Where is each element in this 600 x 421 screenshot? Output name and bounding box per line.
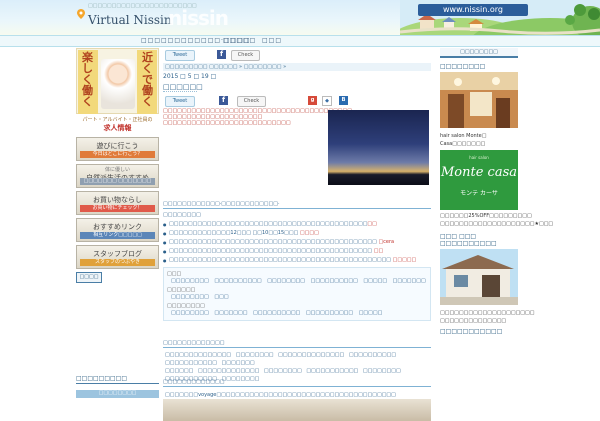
check-button[interactable]: Check	[237, 96, 266, 107]
shop-description-line: hair salon Monte□	[440, 133, 487, 139]
shop-promo-line: □□□□□□□□□□□□□□□□□□□□★□□□	[440, 221, 554, 227]
shop-photo-interior[interactable]	[440, 72, 518, 128]
bookmark-icon[interactable]: B	[339, 96, 348, 105]
google-icon[interactable]: g	[308, 96, 317, 105]
promo-photo	[101, 59, 135, 109]
delicious-icon[interactable]: ◆	[322, 96, 332, 106]
sidebar-button-title: 遊びに行こう	[96, 142, 139, 150]
category-section: □□□□□□□□□□□□□ □□□□□□□□□□□□□□ □□□□□□□□ □□…	[163, 340, 431, 383]
nav-item-2[interactable]: □□□□□	[223, 37, 256, 44]
shop-description: hair salon Monte□ Casa□□□□□□□	[440, 132, 518, 148]
shop-promo: □□□□□□25%OFF□□□□□□□□□ □□□□□□□□□□□□□□□□□□…	[440, 212, 554, 228]
shop-title[interactable]: □□□□□□□□□□□	[440, 328, 518, 335]
related-item[interactable]: □□□□□□□□□□□□□□□□□□□□□□□□□□□□□□□□□□□□□□□□…	[163, 220, 431, 229]
sidebar-tag[interactable]: □□□□	[76, 272, 102, 283]
logo-watermark: nissin	[168, 6, 229, 30]
site-url-banner[interactable]: www.nissin.org	[418, 4, 528, 16]
share-bar-post: Tweet f Check g ◆ B	[163, 94, 431, 108]
related-item[interactable]: □□□□□□□□□□□□□□□□□□□□□□□□□□□□□□□□□□□□□□□□…	[163, 247, 431, 256]
shop-promo-line: □□□□□□25%OFF□□□□□□□□□	[440, 213, 532, 219]
shop-photo-building[interactable]	[440, 249, 518, 305]
related-item[interactable]: □□□□□□□□□□□□□□□□□□□□□□□□□□□□□□□□□□□□□□□□…	[163, 256, 431, 265]
sidebar-button-sub: お買い物にチェック！	[80, 205, 155, 212]
related-section: □□□□□□□□□□□□·□□□□□□□□□□□□· □□□□□□□□ □□□□…	[163, 201, 431, 321]
shop-title[interactable]: □□□□□□□□	[440, 63, 518, 70]
job-promo-banner[interactable]: 楽しく働く 近くで働く	[76, 48, 159, 114]
promo-caption: パート・アルバイト・正社員の	[82, 117, 153, 123]
main-nav: □□□□□□□□□□□□·□□□□ □□□□□ □□□	[0, 35, 600, 47]
tweet-button[interactable]: Tweet	[165, 96, 195, 107]
related-item[interactable]: □□□□□□□□□□□□□12□□□ □□10□□15□□□ □□□□	[163, 229, 431, 238]
facebook-icon[interactable]: f	[219, 96, 228, 105]
post-body: □□□□□□□□□□□□□□□□□□□□□□□□□□□□□□□□□□□□□□□□…	[163, 108, 352, 126]
right-sidebar-tag: □□□□□□□□	[440, 48, 518, 58]
tag-list[interactable]: □□□□□□□□ □□□	[171, 293, 427, 301]
post-title[interactable]: □□□□□□	[163, 83, 203, 92]
shop-title[interactable]: □□□ □□□ □□□□□□□□□□	[440, 233, 518, 247]
site-logo[interactable]: Virtual Nissin	[88, 13, 172, 27]
check-button[interactable]: Check	[231, 50, 260, 61]
sidebar-button-top: 体に優しい	[104, 167, 130, 173]
shop-description-line: □□□□□□□□□□□□□□	[440, 318, 507, 324]
sidebar-button-sub: スタッフのつぶやき	[80, 259, 155, 266]
tag-box: □□□ □□□□□□□□ □□□□□□□□□□ □□□□□□□□ □□□□□□□…	[163, 267, 431, 321]
logo-main-text: Monte casa	[440, 165, 517, 180]
post-date: 2015 □ 5 □ 19 □	[163, 73, 217, 80]
sidebar-button-natural-life[interactable]: 体に優しい 自然派生活のすすめ □□□□□□□ □□□□□□□	[76, 164, 159, 188]
tag-list[interactable]: □□□□□□□□ □□□□□□□ □□□□□□□□□□ □□□□□□□□□□ □…	[171, 309, 427, 317]
sidebar-button-sub: 相互リンク□□□□□	[80, 232, 155, 239]
tag-list[interactable]: □□□□□□□□ □□□□□□□□□□ □□□□□□□□ □□□□□□□□□□ …	[171, 277, 427, 285]
logo-subtitle-text: hair salon	[469, 155, 489, 160]
related-item[interactable]: □□□□□□□□□□□□□□□□□□□□□□□□□□□□□□□□□□□□□□□□…	[163, 238, 431, 247]
recent-heading: □□□□□□□□□□□□□	[163, 379, 431, 387]
post-body-line: □□□□□□□□□□□□□□□□□□□□□□□□□□□	[163, 120, 291, 126]
tweet-button[interactable]: Tweet	[165, 50, 195, 61]
left-sidebar: 楽しく働く 近くで働く パート・アルバイト・正社員の 求人情報 遊びに行こう 今…	[76, 48, 159, 283]
shop-description-line: □□□□□□□□□□□□□□□□□□□□	[440, 310, 535, 316]
right-sidebar: □□□□□□□□ □□□□□□□□ hair salon Monte□ Casa…	[440, 48, 554, 335]
left-sidebar-bottom: □□□□□□□□□ □□□□□□□□	[76, 375, 159, 398]
recent-section: □□□□□□□□□□□□□ □□□□□□□voyage□□□□□□□□□□□□□…	[163, 379, 431, 421]
sidebar-button-staff-blog[interactable]: スタッフブログ スタッフのつぶやき	[76, 245, 159, 269]
share-bar-top: Tweet f Check	[163, 48, 431, 62]
category-line[interactable]: □□□□□□□□□□□□□□ □□□□□□□□ □□□□□□□□□□□□□□ □…	[163, 351, 431, 367]
shop-description-line: Casa□□□□□□□	[440, 141, 486, 147]
sidebar-section-title: □□□□□□□□□	[76, 375, 159, 384]
post-photo-sunset[interactable]	[328, 110, 429, 185]
sidebar-button-links[interactable]: おすすめリンク 相互リンク□□□□□	[76, 218, 159, 242]
sidebar-button-title: おすすめリンク	[93, 223, 142, 231]
promo-right-text: 近くで働く	[142, 51, 153, 108]
promo-left-text: 楽しく働く	[82, 51, 93, 108]
sidebar-button-shopping[interactable]: お買い物ならし お買い物にチェック！	[76, 191, 159, 215]
recent-thumbnail[interactable]	[163, 399, 431, 421]
sidebar-button-sub: 今日はどこに行こう？	[80, 151, 155, 158]
sidebar-bottom-banner[interactable]: □□□□□□□□	[76, 390, 159, 398]
related-list: □□□□□□□□□□□□□□□□□□□□□□□□□□□□□□□□□□□□□□□□…	[163, 220, 431, 265]
category-heading: □□□□□□□□□□□□□	[163, 340, 431, 348]
sidebar-button-title: スタッフブログ	[93, 250, 142, 258]
related-heading: □□□□□□□□□□□□·□□□□□□□□□□□□·	[163, 201, 431, 209]
site-header: □□□□□□□□□□□□□□□□□□□□□□□ Virtual Nissin n…	[0, 0, 600, 35]
breadcrumb[interactable]: □□□□□□□□□ □□□□□□ » □□□□□□□□ »	[163, 63, 431, 71]
logo-katakana-text: モンテ カーサ	[460, 190, 498, 197]
shop-description: □□□□□□□□□□□□□□□□□□□□ □□□□□□□□□□□□□□	[440, 309, 535, 325]
main-content: Tweet f Check □□□□□□□□□ □□□□□□ » □□□□□□□…	[163, 48, 431, 421]
sidebar-button-title: お買い物ならし	[93, 196, 142, 204]
promo-job-label[interactable]: 求人情報	[76, 123, 159, 133]
facebook-icon[interactable]: f	[217, 50, 226, 59]
sidebar-button-sub: □□□□□□□ □□□□□□□	[80, 178, 155, 185]
monte-casa-logo[interactable]: hair salon Monte casa モンテ カーサ	[440, 150, 518, 210]
sidebar-button-outing[interactable]: 遊びに行こう 今日はどこに行こう？	[76, 137, 159, 161]
map-pin-icon	[77, 9, 85, 19]
related-subheading: □□□□□□□□	[163, 212, 201, 218]
nav-item-3[interactable]: □□□	[262, 37, 282, 44]
